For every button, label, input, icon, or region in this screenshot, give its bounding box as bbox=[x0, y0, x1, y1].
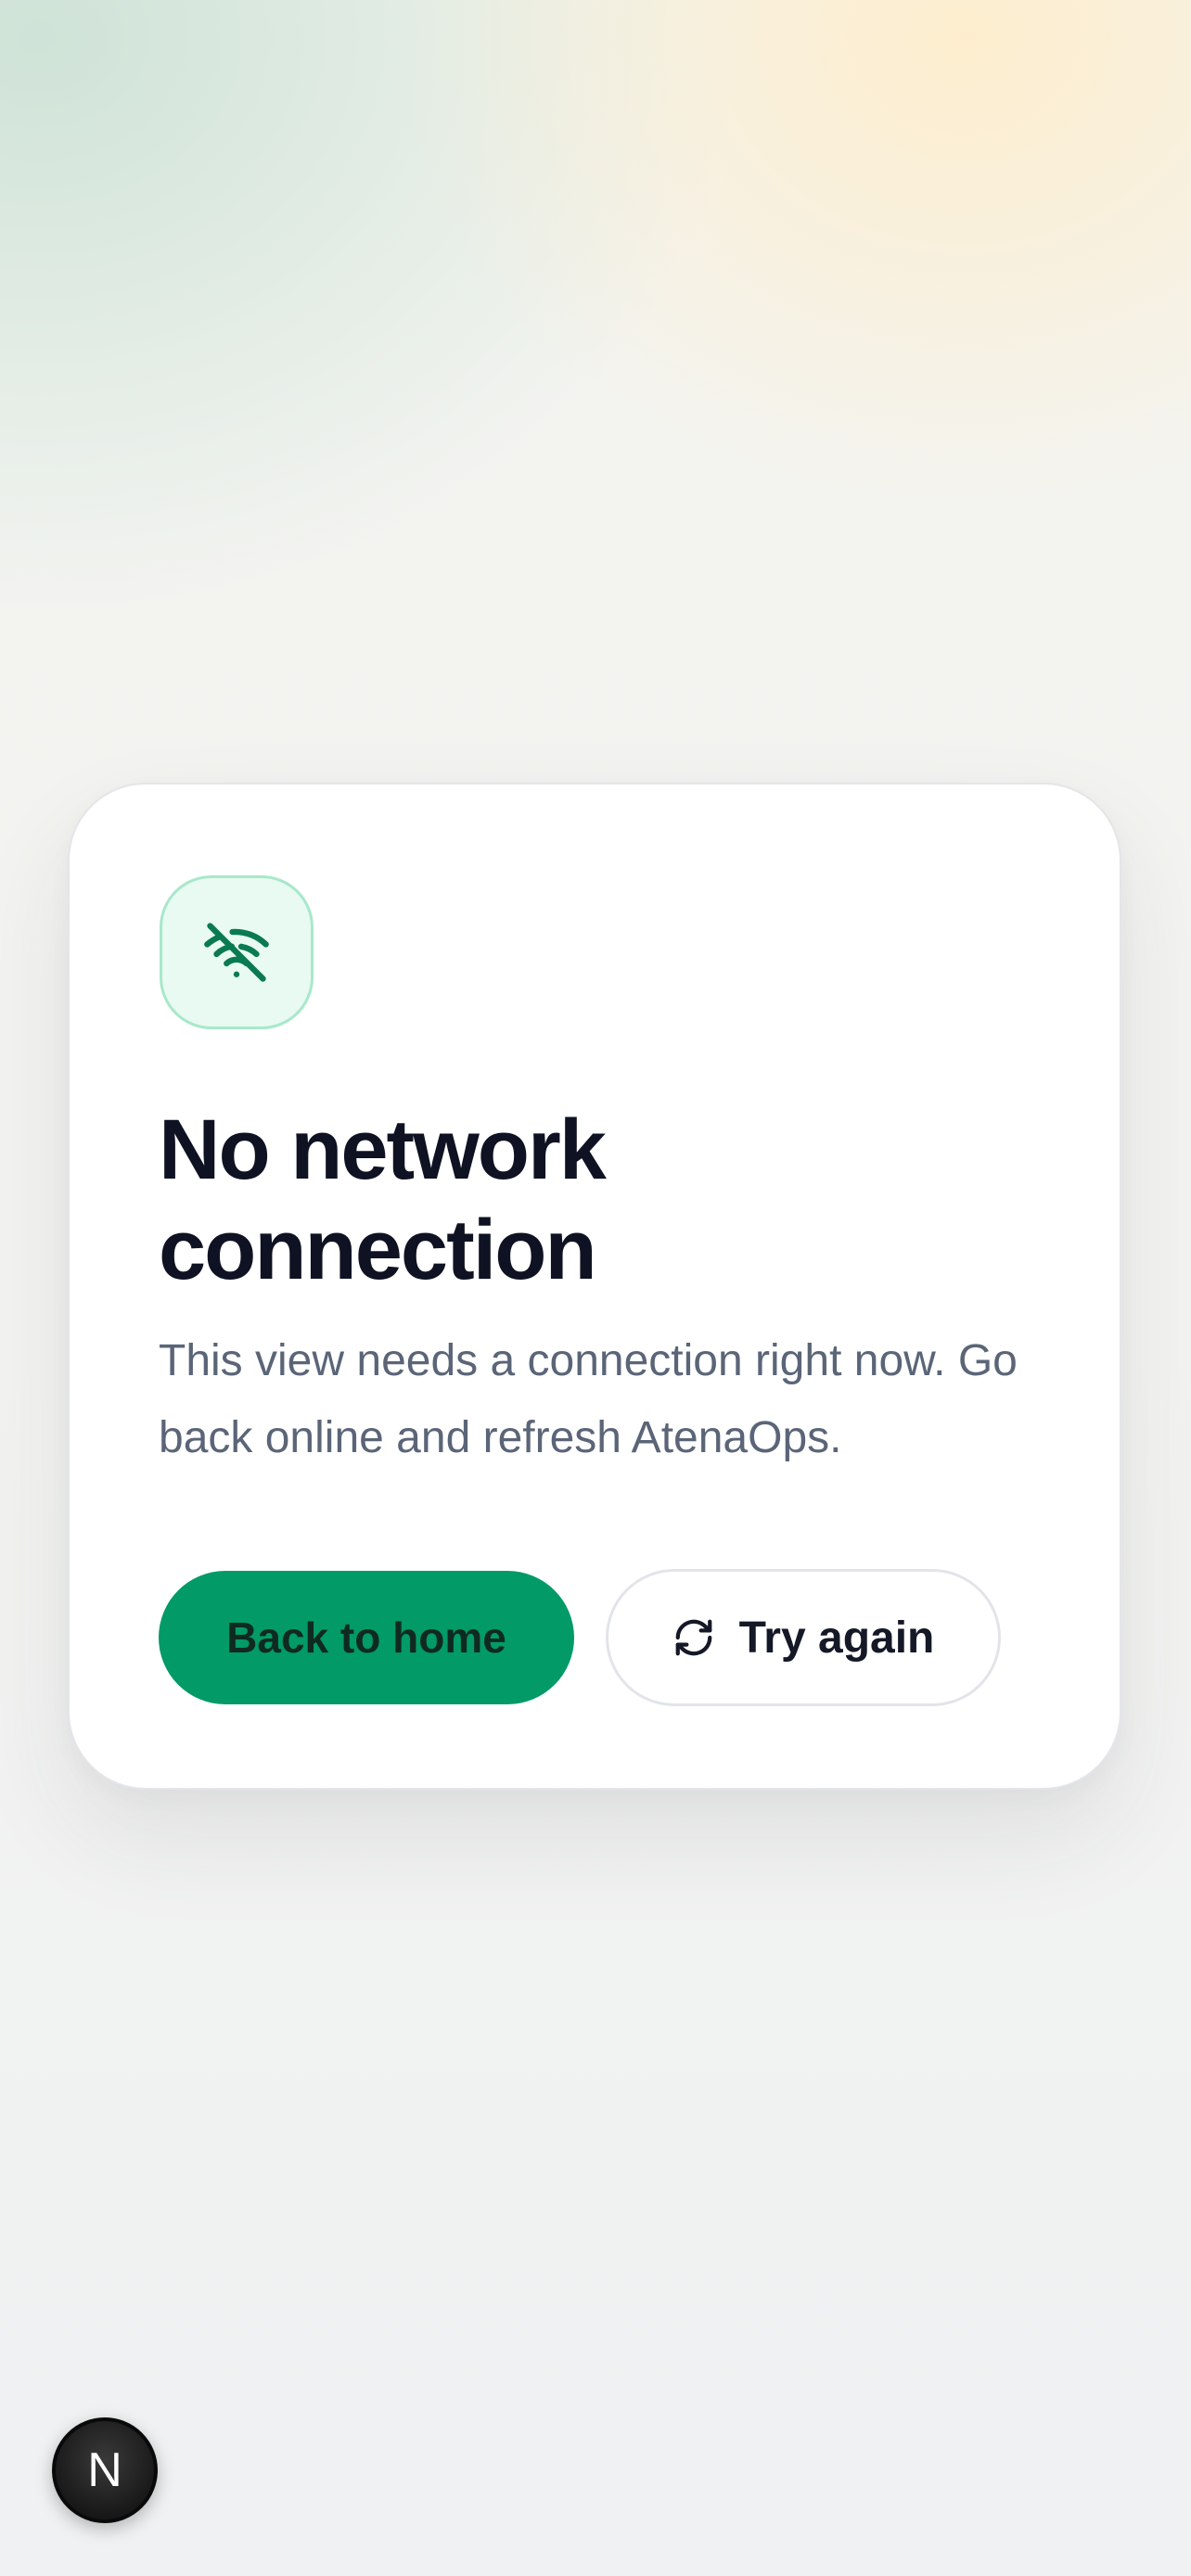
try-again-button[interactable]: Try again bbox=[606, 1569, 1001, 1706]
back-to-home-button[interactable]: Back to home bbox=[159, 1571, 574, 1704]
error-message: This view needs a connection right now. … bbox=[159, 1336, 1018, 1462]
page-title: No network connection bbox=[159, 1103, 607, 1297]
status-icon-tile bbox=[160, 875, 314, 1029]
wifi-off-icon bbox=[204, 923, 269, 982]
dev-tools-logo: N bbox=[87, 2443, 122, 2497]
refresh-icon bbox=[672, 1616, 715, 1659]
try-again-label: Try again bbox=[738, 1613, 935, 1663]
dev-tools-button[interactable]: N bbox=[52, 2417, 158, 2523]
back-to-home-label: Back to home bbox=[226, 1613, 506, 1662]
error-card: No network connection This view needs a … bbox=[68, 783, 1121, 1790]
